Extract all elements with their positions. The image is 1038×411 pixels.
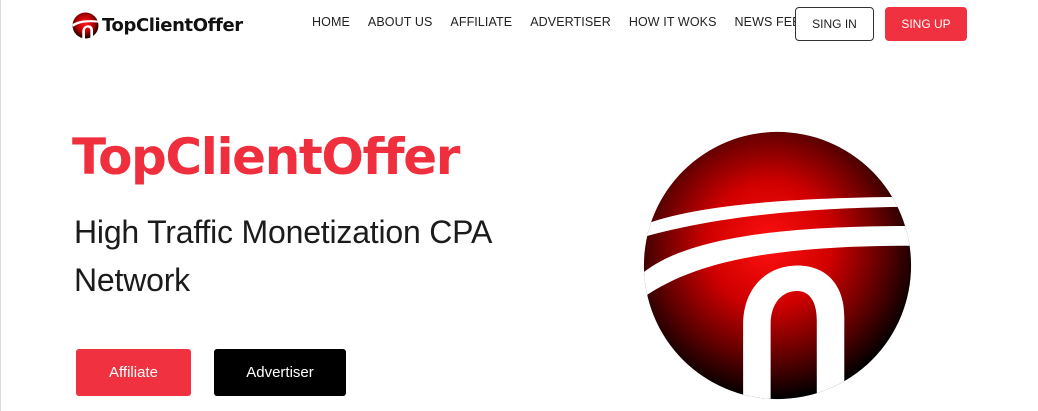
site-logo[interactable]: TopClientOffer (72, 10, 243, 40)
nav-advertiser[interactable]: ADVERTISER (530, 15, 611, 29)
site-header: TopClientOffer HOME ABOUT US AFFILIATE A… (0, 0, 1038, 50)
brand-emblem-icon (643, 131, 912, 400)
nav-about-us[interactable]: ABOUT US (368, 15, 432, 29)
main-nav: HOME ABOUT US AFFILIATE ADVERTISER HOW I… (312, 15, 828, 29)
hero-subtitle: High Traffic Monetization CPA Network (74, 214, 491, 298)
nav-affiliate[interactable]: AFFILIATE (450, 15, 512, 29)
nav-how-it-works[interactable]: HOW IT WOKS (629, 15, 717, 29)
logo-wordmark: TopClientOffer (102, 14, 243, 36)
affiliate-button[interactable]: Affiliate (76, 349, 191, 396)
sign-up-button[interactable]: SING UP (885, 7, 967, 41)
advertiser-button[interactable]: Advertiser (214, 349, 346, 396)
nav-home[interactable]: HOME (312, 15, 350, 29)
sign-in-button[interactable]: SING IN (795, 7, 874, 41)
brand-logo-icon (72, 12, 99, 39)
page-left-border (0, 0, 1, 411)
hero-title: TopClientOffer (72, 128, 460, 186)
